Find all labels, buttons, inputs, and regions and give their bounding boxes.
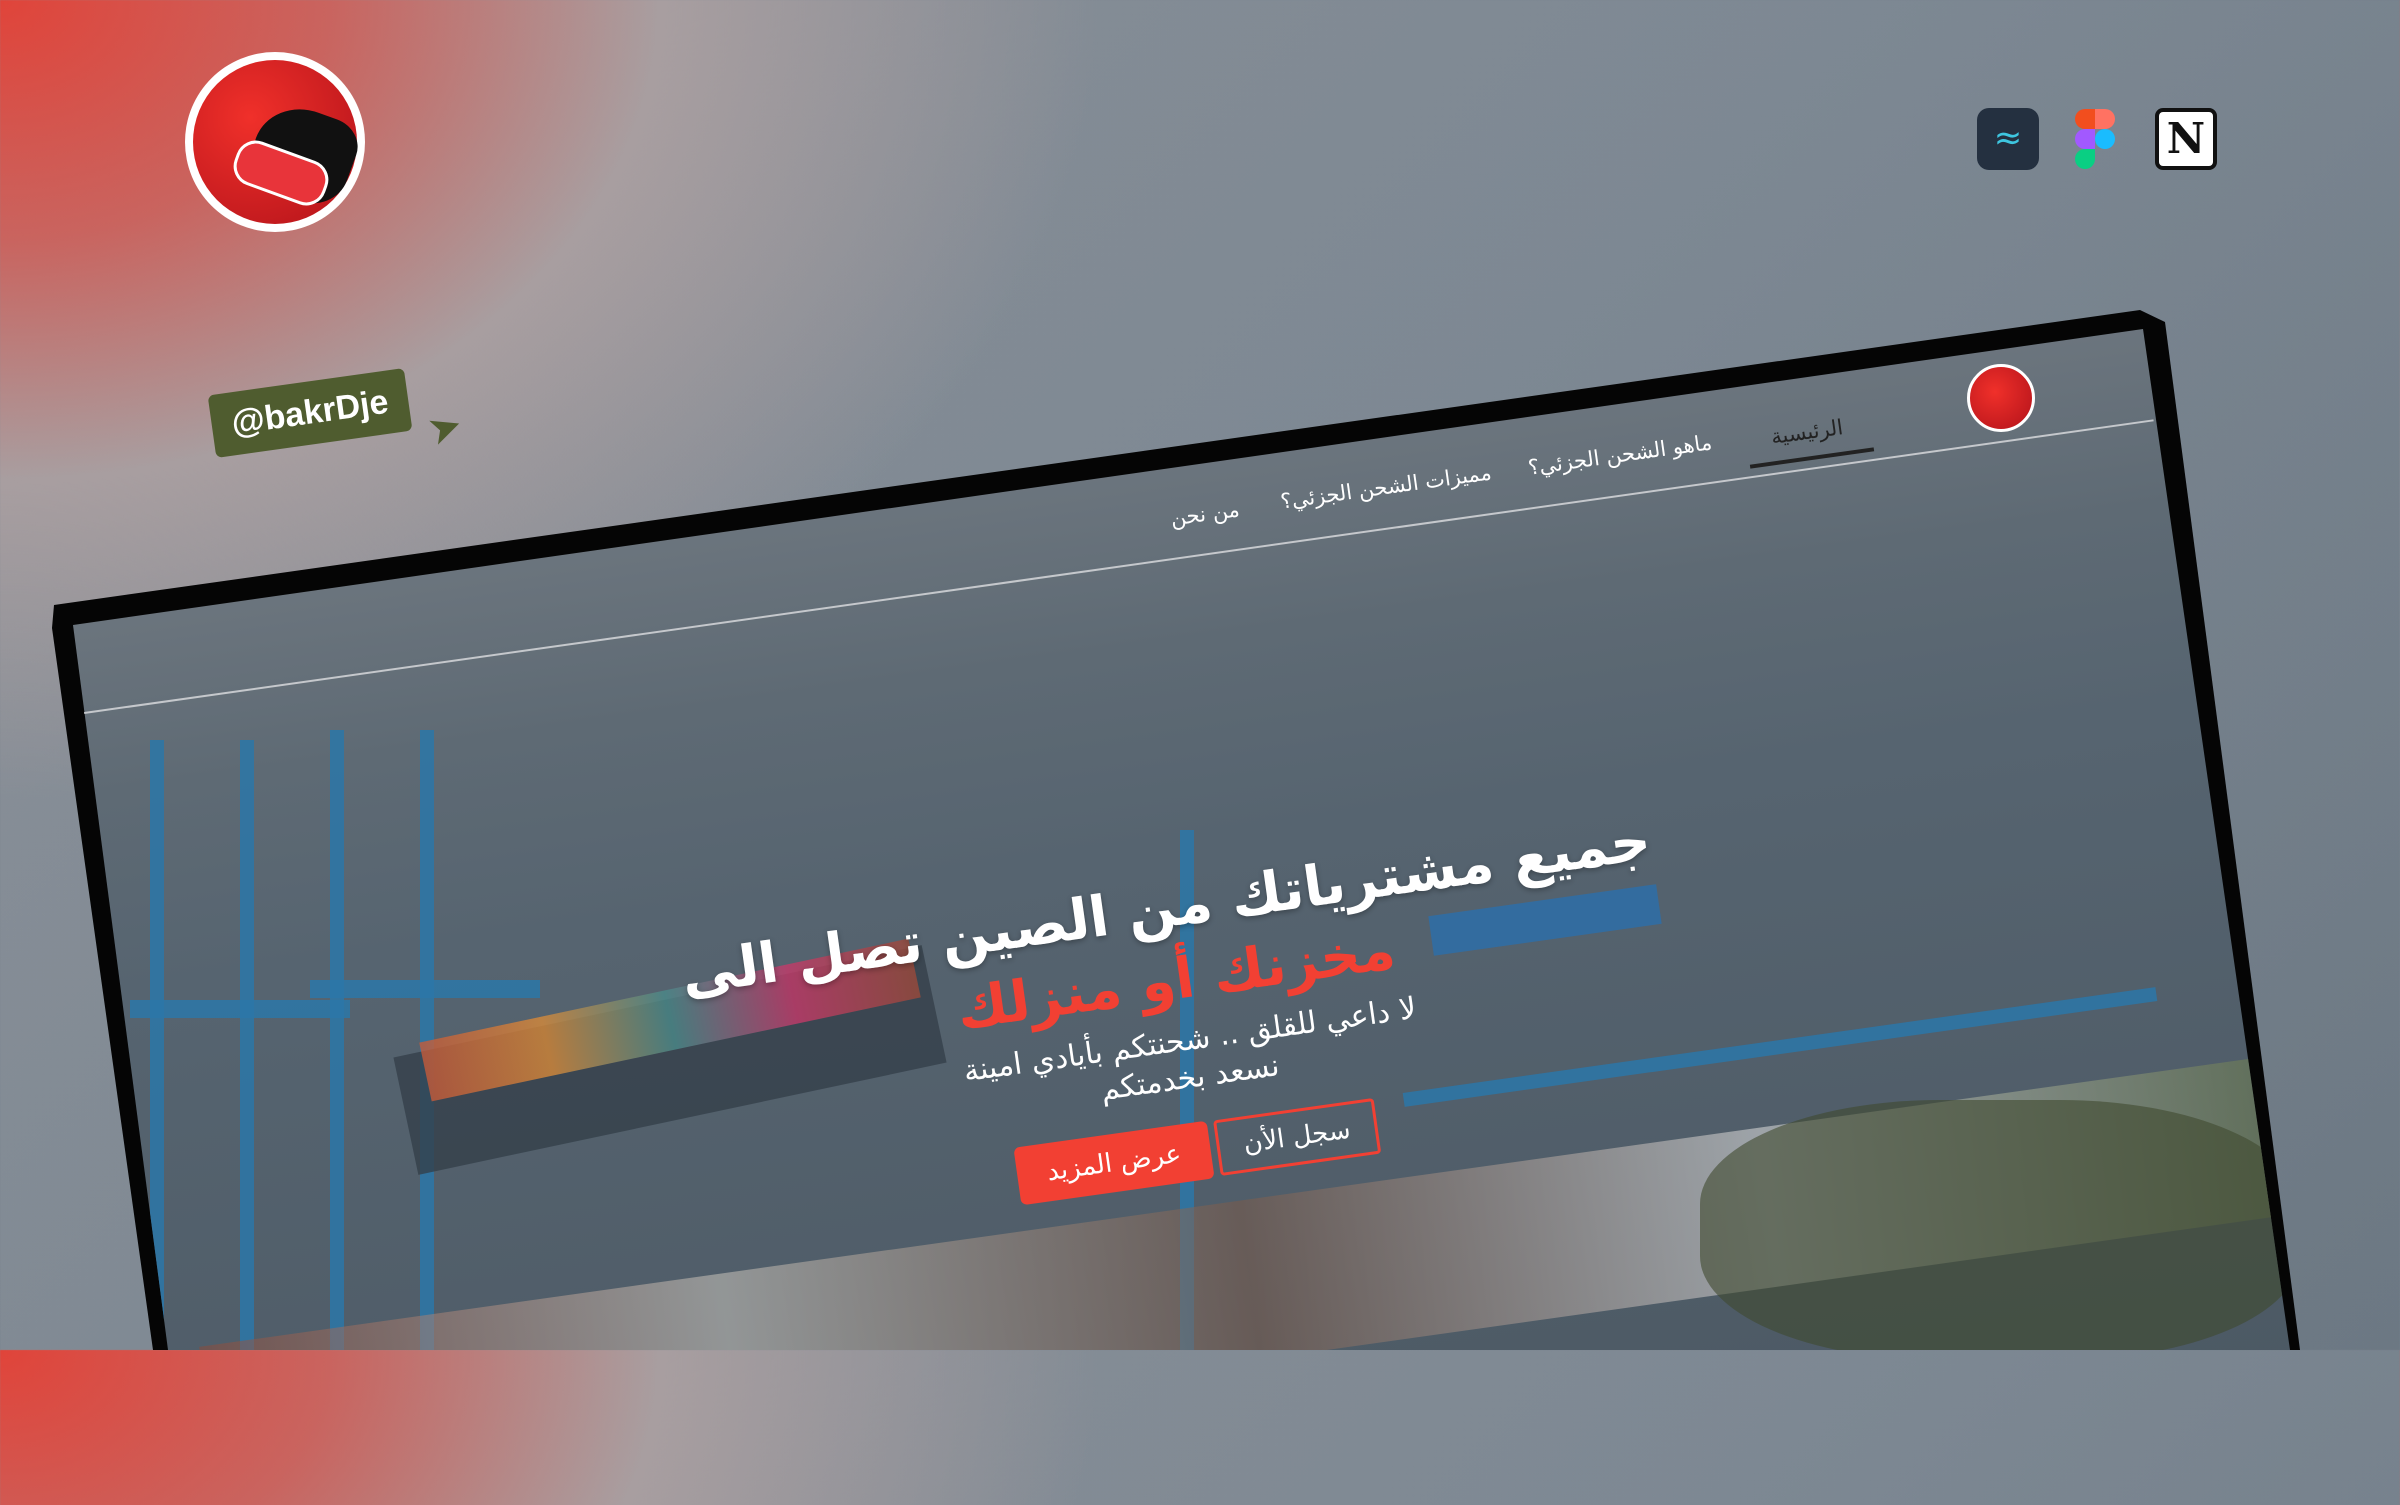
tailwind-icon: ≈ — [1977, 108, 2039, 170]
figma-icon — [2064, 108, 2126, 170]
notion-icon: N — [2155, 108, 2217, 170]
cursor-icon: ➤ — [421, 400, 469, 456]
site-logo[interactable] — [1967, 364, 2035, 432]
author-handle-tag: @bakrDje — [207, 368, 413, 458]
brand-logo — [185, 52, 366, 232]
